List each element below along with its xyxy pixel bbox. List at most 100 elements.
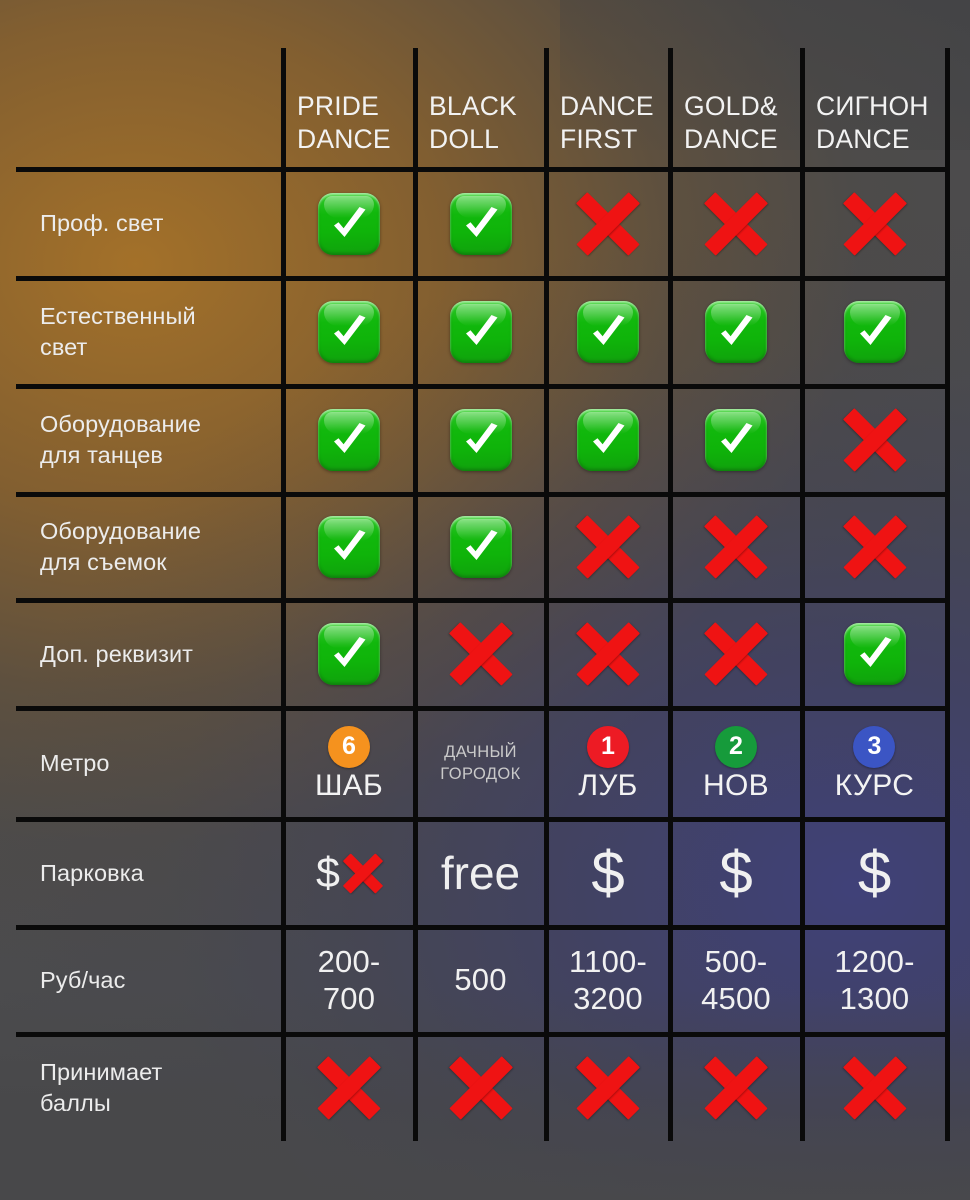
metro-group: 6 ШАБ [314, 725, 384, 802]
cell-price-per-hour-gold-dance: 500- 4500 [670, 927, 802, 1034]
green-check-icon [449, 192, 512, 255]
green-check-icon [705, 301, 767, 363]
cell-dance-equipment-pride-dance [283, 386, 415, 494]
grid-column-divider [413, 48, 418, 1141]
row-label-natural-light: Естественный свет [16, 278, 283, 386]
grid-column-divider [281, 48, 286, 1141]
grid-column-divider [800, 48, 805, 1141]
cell-extra-props-dance-first [546, 600, 670, 708]
dollar-icon: $ [591, 839, 625, 906]
metro-station-name: КУРС [834, 768, 915, 802]
row-label-shooting-equipment: Оборудование для съемок [16, 494, 283, 600]
cell-parking-dance-first: $ [546, 819, 670, 927]
red-cross-icon [704, 622, 768, 686]
grid-row-divider [16, 384, 947, 389]
row-label-metro: Метро [16, 708, 283, 819]
cell-extra-props-black-doll [415, 600, 546, 708]
metro-line-badge: 2 [714, 725, 757, 768]
cell-accepts-points-black-doll [415, 1034, 546, 1141]
red-cross-icon [842, 1055, 907, 1120]
green-check-icon [449, 516, 512, 578]
price-value: 1100- 3200 [569, 943, 647, 1016]
cell-dance-equipment-gold-dance [670, 386, 802, 494]
red-cross-icon [448, 1055, 513, 1120]
cell-prof-light-pride-dance [283, 169, 415, 278]
cell-shooting-equipment-gold-dance [670, 494, 802, 600]
metro-station-name: ШАБ [314, 768, 384, 802]
parking-paid-unavailable: $ [316, 848, 384, 897]
comparison-grid: PRIDE DANCE BLACK DOLL DANCE FIRST GOLD& DA… [16, 48, 947, 1141]
row-label-text: Оборудование для съемок [40, 518, 202, 575]
green-check-icon [449, 301, 512, 363]
comparison-table: PRIDE DANCE BLACK DOLL DANCE FIRST GOLD& DA… [0, 0, 970, 1200]
price-value: 500 [454, 962, 507, 998]
metro-station-name: ДАЧНЫЙ ГОРОДОК [440, 743, 521, 783]
red-cross-icon [576, 515, 640, 579]
cell-price-per-hour-black-doll: 500 [415, 927, 546, 1034]
column-header-label: BLACK DOLL [429, 90, 517, 155]
cell-dance-equipment-signon-dance [802, 386, 947, 494]
metro-group: ДАЧНЫЙ ГОРОДОК [440, 742, 520, 784]
row-label-text: Оборудование для танцев [40, 411, 202, 468]
cell-metro-black-doll: ДАЧНЫЙ ГОРОДОК [415, 708, 546, 819]
cell-price-per-hour-signon-dance: 1200- 1300 [802, 927, 947, 1034]
cell-price-per-hour-pride-dance: 200- 700 [283, 927, 415, 1034]
cell-natural-light-pride-dance [283, 278, 415, 386]
metro-station-name: НОВ [703, 768, 769, 802]
cell-dance-equipment-black-doll [415, 386, 546, 494]
red-cross-icon [576, 622, 640, 686]
cell-prof-light-gold-dance [670, 169, 802, 278]
column-header-label: PRIDE DANCE [297, 90, 391, 155]
dollar-icon: $ [857, 839, 892, 906]
red-cross-icon [842, 191, 907, 256]
cell-metro-signon-dance: 3 КУРС [802, 708, 947, 819]
row-label-parking: Парковка [16, 819, 283, 927]
grid-row-divider [16, 598, 947, 603]
cell-natural-light-gold-dance [670, 278, 802, 386]
cell-parking-gold-dance: $ [670, 819, 802, 927]
metro-line-badge: 3 [853, 725, 896, 768]
price-value: 500- 4500 [701, 943, 771, 1016]
grid-row-divider [16, 492, 947, 497]
price-value: 200- 700 [317, 943, 381, 1016]
grid-row-divider [16, 167, 947, 172]
red-cross-icon [576, 191, 640, 256]
metro-group: 2 НОВ [703, 725, 769, 802]
row-label-prof-light: Проф. свет [16, 169, 283, 278]
green-check-icon [318, 623, 380, 685]
cell-dance-equipment-dance-first [546, 386, 670, 494]
parking-free-label: free [440, 847, 521, 899]
price-value: 1200- 1300 [834, 943, 915, 1016]
metro-group: 3 КУРС [834, 725, 915, 802]
dollar-icon: $ [719, 839, 753, 906]
cell-accepts-points-dance-first [546, 1034, 670, 1141]
cell-natural-light-dance-first [546, 278, 670, 386]
column-header-label: СИГНОН DANCE [816, 90, 929, 155]
cell-metro-dance-first: 1 ЛУБ [546, 708, 670, 819]
cell-extra-props-signon-dance [802, 600, 947, 708]
row-label-header [16, 48, 283, 169]
green-check-icon [449, 409, 512, 471]
dollar-icon: $ [316, 848, 340, 897]
red-cross-icon [842, 408, 907, 472]
grid-column-divider [544, 48, 549, 1141]
column-header-black-doll: BLACK DOLL [415, 48, 546, 169]
row-label-text: Проф. свет [40, 210, 164, 237]
row-label-text: Метро [40, 750, 110, 777]
cell-parking-pride-dance: $ [283, 819, 415, 927]
column-header-label: GOLD& DANCE [684, 90, 778, 155]
cell-shooting-equipment-signon-dance [802, 494, 947, 600]
grid-row-divider [16, 817, 947, 822]
green-check-icon [318, 301, 380, 363]
cell-accepts-points-pride-dance [283, 1034, 415, 1141]
grid-column-divider [668, 48, 673, 1141]
cell-natural-light-signon-dance [802, 278, 947, 386]
metro-station-name: ЛУБ [578, 768, 638, 802]
cell-extra-props-gold-dance [670, 600, 802, 708]
cell-prof-light-signon-dance [802, 169, 947, 278]
cell-accepts-points-gold-dance [670, 1034, 802, 1141]
cell-parking-black-doll: free [415, 819, 546, 927]
cell-shooting-equipment-pride-dance [283, 494, 415, 600]
green-check-icon [705, 409, 767, 471]
cell-price-per-hour-dance-first: 1100- 3200 [546, 927, 670, 1034]
